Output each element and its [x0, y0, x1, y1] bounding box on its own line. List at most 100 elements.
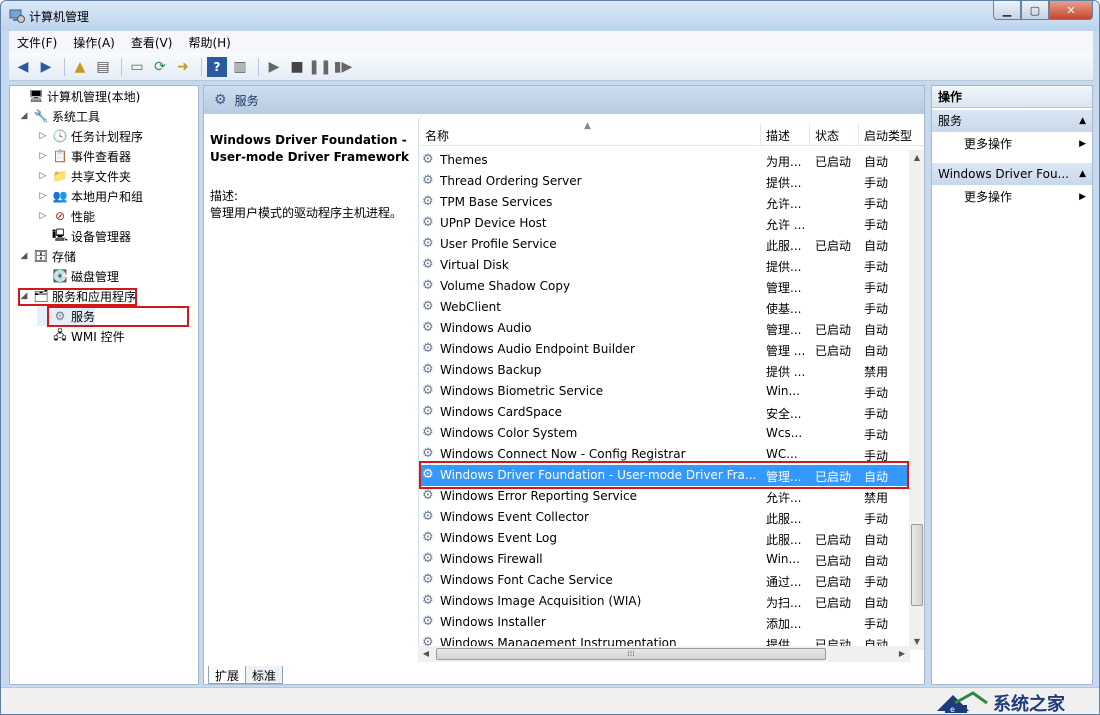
expand-toggle-icon[interactable]: ▷: [37, 151, 49, 161]
tree-item-disk-management[interactable]: 💽 磁盘管理: [37, 266, 120, 286]
table-row[interactable]: ⚙ User Profile Service 此服... 已启动 自动: [419, 234, 909, 255]
expand-toggle-icon[interactable]: ▷: [37, 191, 49, 201]
more-actions-selected-service[interactable]: 更多操作 ▶: [932, 186, 1092, 208]
tree-item-wmi-control[interactable]: 🖧 WMI 控件: [37, 326, 124, 346]
service-startup-type: 自动: [864, 344, 889, 358]
table-row[interactable]: ⚙ Windows Audio 管理... 已启动 自动: [419, 318, 909, 339]
close-button[interactable]: ✕: [1049, 1, 1093, 20]
table-row[interactable]: ⚙ Windows Font Cache Service 通过... 已启动 手动: [419, 570, 909, 591]
table-row[interactable]: ⚙ Windows Firewall Win... 已启动 自动: [419, 549, 909, 570]
menu-file[interactable]: 文件(F): [9, 34, 65, 51]
more-actions-services[interactable]: 更多操作 ▶: [932, 133, 1092, 155]
horizontal-scroll-thumb[interactable]: ⁞⁞⁞: [436, 648, 826, 660]
restart-service-icon[interactable]: ▮▶: [333, 57, 353, 77]
service-description: 允许 ...: [766, 218, 806, 232]
gear-icon: ⚙: [422, 320, 434, 335]
collapse-toggle-icon[interactable]: ◢: [18, 111, 30, 121]
scroll-right-icon[interactable]: ▶: [894, 646, 910, 662]
table-row[interactable]: ⚙ Windows Connect Now - Config Registrar W…: [419, 444, 909, 465]
column-header-status[interactable]: 状态: [815, 127, 839, 144]
start-service-icon[interactable]: ▶: [264, 57, 284, 77]
tab-extended[interactable]: 扩展: [208, 666, 247, 684]
back-arrow-icon[interactable]: ◀: [13, 57, 33, 77]
table-row[interactable]: ⚙ Windows Backup 提供 ... 禁用: [419, 360, 909, 381]
tree-item-computer-management[interactable]: 🖥 计算机管理(本地): [13, 86, 140, 106]
tree-item-services[interactable]: ⚙ 服务: [37, 306, 96, 326]
table-row[interactable]: ⚙ Windows Error Reporting Service 允许... 禁用: [419, 486, 909, 507]
column-header-startup-type[interactable]: 启动类型: [864, 127, 912, 144]
table-row[interactable]: ⚙ Windows Audio Endpoint Builder 管理 ... 已启动…: [419, 339, 909, 360]
tree-item-services-and-applications[interactable]: ◢ 🗂 服务和应用程序: [18, 286, 136, 306]
refresh-icon[interactable]: ⟳: [150, 57, 170, 77]
table-row[interactable]: ⚙ Windows Installer 添加... 手动: [419, 612, 909, 633]
service-name: Windows Backup: [440, 363, 542, 377]
pause-service-icon[interactable]: ❚❚: [308, 57, 331, 77]
menu-help[interactable]: 帮助(H): [180, 34, 238, 51]
export-list-icon[interactable]: ➜: [173, 57, 193, 77]
forward-arrow-icon[interactable]: ▶: [36, 57, 56, 77]
menu-view[interactable]: 查看(V): [123, 34, 181, 51]
gear-icon: ⚙: [54, 309, 66, 323]
table-row[interactable]: ⚙ Windows Event Log 此服... 已启动 自动: [419, 528, 909, 549]
service-name: Windows Event Log: [440, 531, 558, 545]
vertical-scroll-thumb[interactable]: [911, 524, 923, 606]
table-row[interactable]: ⚙ TPM Base Services 允许... 手动: [419, 192, 909, 213]
collapse-toggle-icon[interactable]: ◢: [18, 291, 30, 301]
maximize-button[interactable]: ▢: [1021, 1, 1049, 20]
expand-toggle-icon[interactable]: ▷: [37, 171, 49, 181]
column-header-description[interactable]: 描述: [766, 127, 790, 144]
scroll-up-icon[interactable]: ▲: [909, 150, 924, 166]
table-row[interactable]: ⚙ Volume Shadow Copy 管理... 手动: [419, 276, 909, 297]
menu-action[interactable]: 操作(A): [65, 34, 123, 51]
scroll-down-icon[interactable]: ▼: [909, 634, 924, 650]
collapse-toggle-icon[interactable]: ◢: [18, 251, 30, 261]
tree-item-shared-folders[interactable]: ▷ 📁 共享文件夹: [37, 166, 131, 186]
column-divider[interactable]: [809, 124, 810, 146]
table-row[interactable]: ⚙ Windows Color System Wcs... 手动: [419, 423, 909, 444]
tree-item-local-users[interactable]: ▷ 👥 本地用户和组: [37, 186, 143, 206]
expand-toggle-icon[interactable]: ▷: [37, 211, 49, 221]
service-startup-type: 手动: [864, 176, 889, 190]
toolbar-separator: [64, 57, 65, 76]
properties-icon[interactable]: ▭: [127, 57, 147, 77]
table-row[interactable]: ⚙ Themes 为用... 已启动 自动: [419, 150, 909, 171]
service-description: 通过...: [766, 575, 802, 589]
table-row[interactable]: ⚙ UPnP Device Host 允许 ... 手动: [419, 213, 909, 234]
tree-item-storage[interactable]: ◢ 🗄 存储: [18, 246, 76, 266]
tree-item-system-tools[interactable]: ◢ 🔧 系统工具: [18, 106, 100, 126]
collapse-arrow-icon[interactable]: ▲: [1079, 110, 1086, 132]
table-row[interactable]: ⚙ Windows Biometric Service Win... 手动: [419, 381, 909, 402]
tree-item-device-manager[interactable]: 🖳 设备管理器: [37, 226, 131, 246]
vertical-scrollbar[interactable]: ▲ ▼: [909, 150, 924, 650]
table-row[interactable]: ⚙ Windows Event Collector 此服... 手动: [419, 507, 909, 528]
menu-bar: 文件(F) 操作(A) 查看(V) 帮助(H): [9, 31, 1093, 53]
help-icon[interactable]: ?: [207, 56, 227, 77]
tree-item-event-viewer[interactable]: ▷ 📋 事件查看器: [37, 146, 131, 166]
tree-item-task-scheduler[interactable]: ▷ 🕓 任务计划程序: [37, 126, 143, 146]
table-row[interactable]: ⚙ Windows Image Acquisition (WIA) 为扫... 已启动…: [419, 591, 909, 612]
service-startup-type: 自动: [864, 470, 889, 484]
collapse-arrow-icon[interactable]: ▲: [1079, 163, 1086, 185]
stop-service-icon[interactable]: ■: [287, 57, 307, 77]
tree-item-performance[interactable]: ▷ ⊘ 性能: [37, 206, 95, 226]
table-row[interactable]: ⚙ Thread Ordering Server 提供... 手动: [419, 171, 909, 192]
column-divider[interactable]: [760, 124, 761, 146]
service-description: 为用...: [766, 155, 802, 169]
table-row[interactable]: ⚙ WebClient 使基... 手动: [419, 297, 909, 318]
table-row[interactable]: ⚙ Windows CardSpace 安全... 手动: [419, 402, 909, 423]
up-folder-icon[interactable]: ▲: [70, 57, 90, 77]
show-action-pane-icon[interactable]: ▥: [230, 57, 250, 77]
column-divider[interactable]: [858, 124, 859, 146]
actions-section-services[interactable]: 服务 ▲: [932, 110, 1092, 132]
minimize-button[interactable]: ▁: [993, 1, 1021, 20]
table-row-selected[interactable]: ⚙ Windows Driver Foundation - User-mode D…: [419, 465, 909, 486]
table-row[interactable]: ⚙ Virtual Disk 提供... 手动: [419, 255, 909, 276]
horizontal-scrollbar[interactable]: ◀ ⁞⁞⁞ ▶: [418, 646, 910, 662]
title-bar[interactable]: 计算机管理 ▁ ▢ ✕: [1, 1, 1099, 31]
expand-toggle-icon[interactable]: ▷: [37, 131, 49, 141]
show-tree-icon[interactable]: ▤: [93, 57, 113, 77]
column-header-name[interactable]: 名称: [425, 127, 449, 144]
actions-section-selected-service[interactable]: Windows Driver Fou... ▲: [932, 163, 1092, 185]
tab-standard[interactable]: 标准: [245, 666, 284, 684]
scroll-left-icon[interactable]: ◀: [418, 646, 434, 662]
